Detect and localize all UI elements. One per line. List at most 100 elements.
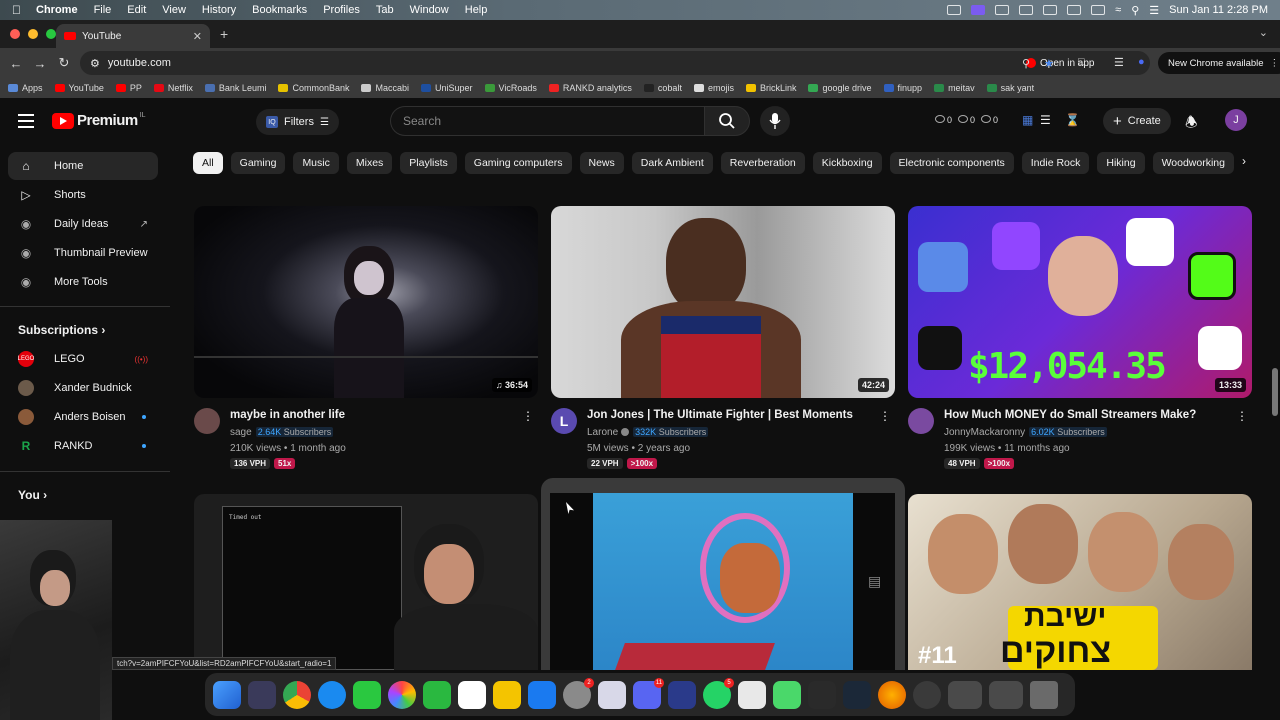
search-input[interactable]: Search (390, 106, 704, 136)
status-icon[interactable] (1043, 5, 1058, 15)
chip-reverberation[interactable]: Reverberation (720, 152, 805, 174)
sidebar-item-thumbnail-preview[interactable]: ◉ Thumbnail Preview (8, 239, 158, 267)
maximize-window-button[interactable] (46, 29, 56, 39)
bookmark-item[interactable]: UniSuper (421, 83, 473, 93)
app-store-icon[interactable] (528, 680, 556, 709)
bookmark-item[interactable]: sak yant (986, 83, 1034, 93)
video-title[interactable]: maybe in another life (230, 409, 345, 421)
status-icon[interactable] (947, 5, 962, 15)
video-thumbnail[interactable]: Timed out (194, 494, 538, 670)
more-actions-icon[interactable]: ⋮ (522, 409, 534, 423)
capcut-icon[interactable] (808, 680, 836, 709)
reading-list-icon[interactable]: ☰ (1114, 56, 1124, 69)
notes-icon[interactable] (493, 680, 521, 709)
channel-avatar[interactable] (908, 408, 934, 434)
back-button[interactable]: ← (4, 56, 28, 71)
status-icon[interactable] (1067, 5, 1082, 15)
profile-icon[interactable]: ● (1138, 56, 1145, 68)
chip-hiking[interactable]: Hiking (1097, 152, 1145, 174)
status-icon[interactable] (995, 5, 1010, 15)
numbers-icon[interactable] (738, 680, 766, 709)
control-center-icon[interactable]: ☰ (1149, 4, 1159, 17)
wifi-icon[interactable]: ≈ (1115, 4, 1121, 16)
status-icon[interactable] (1019, 5, 1034, 15)
menu-view[interactable]: View (162, 4, 186, 16)
clock[interactable]: Sun Jan 11 2:28 PM (1169, 4, 1268, 16)
filters-button[interactable]: IQ Filters ☰ (256, 109, 339, 135)
menu-profiles[interactable]: Profiles (323, 4, 360, 16)
app-icon[interactable] (668, 680, 696, 709)
chip-mixes[interactable]: Mixes (346, 152, 393, 174)
chip-indie-rock[interactable]: Indie Rock (1021, 152, 1090, 174)
finder-icon[interactable] (213, 680, 241, 709)
recent-window-icon[interactable] (989, 680, 1023, 709)
account-avatar[interactable]: J (1225, 109, 1247, 131)
reload-button[interactable]: ↻ (52, 55, 76, 71)
sidebar-item-xander-budnick[interactable]: Xander Budnick (8, 374, 158, 402)
safari-icon[interactable] (318, 680, 346, 709)
sidebar-item-anders-boisen[interactable]: Anders Boisen (8, 403, 158, 431)
scrollbar-thumb[interactable] (1272, 368, 1278, 416)
open-in-app-button[interactable]: Open in app (1020, 56, 1101, 70)
channel-name[interactable]: Larone (587, 427, 618, 438)
menu-bookmarks[interactable]: Bookmarks (252, 4, 307, 16)
chip-woodworking[interactable]: Woodworking (1152, 152, 1234, 174)
minimize-window-button[interactable] (28, 29, 38, 39)
likes-stat[interactable]: 0 (958, 115, 975, 125)
menu-history[interactable]: History (202, 4, 236, 16)
sidebar-item-daily-ideas[interactable]: ◉ Daily Ideas ↗ (8, 210, 158, 238)
chip-kickboxing[interactable]: Kickboxing (812, 152, 882, 174)
system-settings-icon[interactable]: 2 (563, 677, 594, 709)
create-button[interactable]: + Create (1103, 108, 1171, 134)
video-thumbnail[interactable]: ישיבת צחוקים #11 (908, 494, 1252, 670)
bookmark-item[interactable]: finupp (883, 83, 922, 93)
app-icon[interactable] (773, 680, 801, 709)
chip-music[interactable]: Music (293, 152, 339, 174)
video-thumbnail[interactable]: $12,054.35 13:33 (908, 206, 1252, 398)
photos-icon[interactable] (388, 680, 416, 709)
whatsapp-icon[interactable]: 5 (703, 677, 734, 709)
chip-electronic-components[interactable]: Electronic components (889, 152, 1014, 174)
notifications-bell-icon[interactable]: 🕭 (1185, 112, 1198, 136)
url-text[interactable]: youtube.com (108, 57, 171, 69)
bookmark-item[interactable]: Apps (8, 83, 43, 93)
video-thumbnail[interactable]: ♫ 36:54 (194, 206, 538, 398)
bookmark-item[interactable]: cobalt (643, 83, 682, 93)
steam-icon[interactable] (843, 680, 871, 709)
extensions-icon[interactable]: □ (1078, 56, 1085, 68)
chip-news[interactable]: News (579, 152, 624, 174)
bookmark-item[interactable]: PP (115, 83, 142, 93)
sidebar-item-home[interactable]: ⌂ Home (8, 152, 158, 180)
sidebar-item-shorts[interactable]: ▷ Shorts (8, 181, 158, 209)
chip-gaming[interactable]: Gaming (230, 152, 286, 174)
subscriptions-heading[interactable]: Subscriptions › (18, 323, 105, 337)
menu-tab[interactable]: Tab (376, 4, 394, 16)
youtube-logo[interactable]: Premium IL (52, 112, 146, 129)
forward-button[interactable]: → (28, 56, 52, 71)
preview-icon[interactable] (598, 680, 626, 709)
close-tab-icon[interactable]: ✕ (193, 30, 202, 43)
sidebar-item-rankd[interactable]: R RANKD (8, 432, 158, 460)
bookmark-star-icon[interactable]: ★ (1044, 57, 1054, 70)
menu-file[interactable]: File (94, 4, 112, 16)
hover-preview-card[interactable]: ▤ (541, 478, 905, 670)
site-info-icon[interactable]: ⚙ (90, 57, 100, 70)
bookmark-item[interactable]: BrickLink (745, 83, 796, 93)
chip-all[interactable]: All (193, 152, 223, 174)
bookmark-item[interactable]: Netflix (153, 83, 193, 93)
channel-name[interactable]: sage (230, 427, 252, 438)
facetime-icon[interactable] (423, 680, 451, 709)
channel-avatar[interactable]: L (551, 408, 577, 434)
firefox-icon[interactable] (878, 680, 906, 709)
video-thumbnail[interactable]: 42:24 (551, 206, 895, 398)
video-card[interactable]: $12,054.35 13:33 How Much MONEY do Small… (908, 206, 1252, 476)
sidebar-item-more-tools[interactable]: ◉ More Tools (8, 268, 158, 296)
hourglass-icon[interactable]: ⌛ (1065, 113, 1080, 127)
screen-record-icon[interactable] (971, 5, 986, 15)
comments-stat[interactable]: 0 (981, 115, 998, 125)
bookmark-item[interactable]: Maccabi (361, 83, 409, 93)
obs-icon[interactable] (913, 680, 941, 709)
video-card[interactable]: ♫ 36:54 maybe in another life ⋮ sage 2.64… (194, 206, 538, 476)
recent-window-icon[interactable] (948, 680, 982, 709)
hamburger-menu-icon[interactable] (18, 114, 34, 132)
